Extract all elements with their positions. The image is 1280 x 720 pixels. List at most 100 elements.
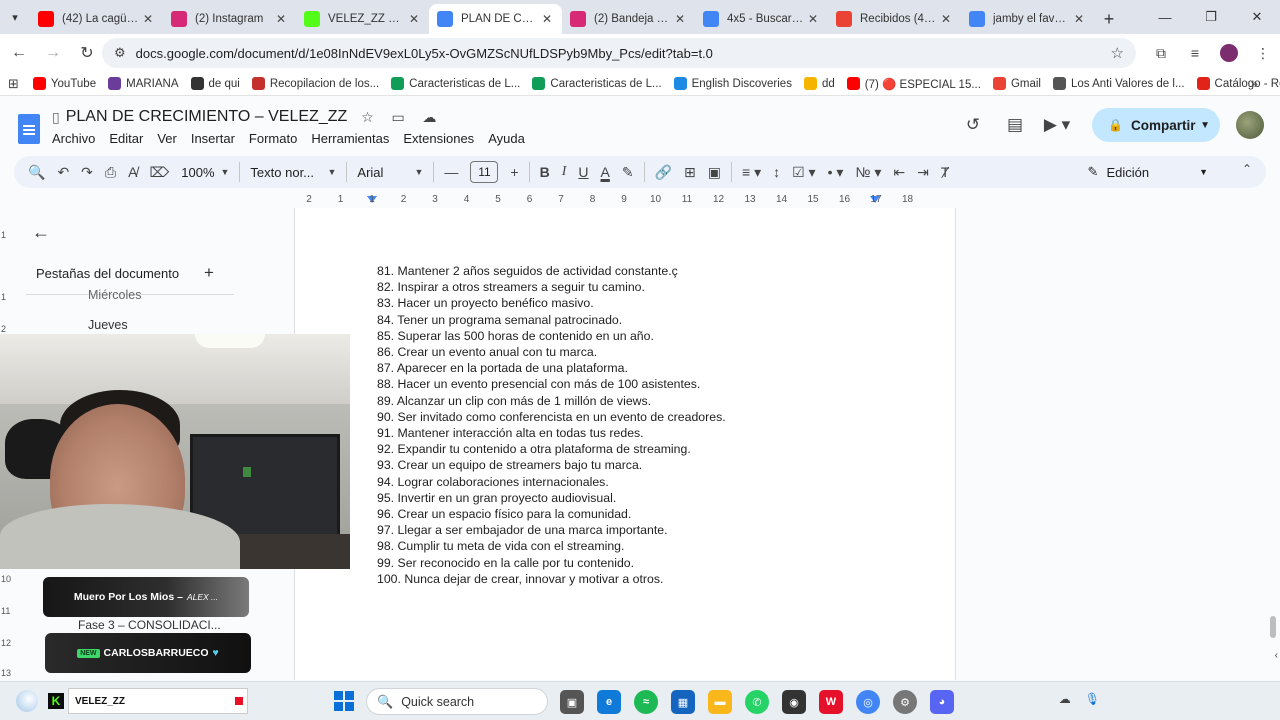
bookmark-item[interactable]: de qui	[190, 77, 240, 91]
menu-extensiones[interactable]: Extensiones	[403, 131, 474, 146]
document-title[interactable]: PLAN DE CRECIMIENTO – VELEZ_ZZ	[66, 108, 348, 126]
bookmark-star-icon[interactable]: ☆	[1111, 44, 1124, 62]
close-tab-icon[interactable]: ✕	[806, 12, 820, 26]
menu-formato[interactable]: Formato	[249, 131, 297, 146]
bookmark-item[interactable]: YouTube	[32, 77, 96, 91]
media-controls-icon[interactable]: ≡	[1178, 45, 1212, 61]
task-view-icon[interactable]: ▣	[560, 690, 584, 714]
underline-icon[interactable]: U	[572, 158, 594, 186]
apps-grid-icon[interactable]: ⊞	[8, 76, 19, 92]
kick-app-icon[interactable]: K	[48, 693, 64, 709]
bookmark-item[interactable]: dd	[803, 77, 835, 91]
zoom-select[interactable]: 100% ▼	[175, 158, 235, 186]
style-select[interactable]: Texto nor... ▼	[244, 158, 342, 186]
decrease-font-size-icon[interactable]: —	[438, 158, 464, 186]
back-icon[interactable]: ←	[4, 38, 34, 68]
browser-tab[interactable]: VELEZ_ZZ Stream✕	[296, 4, 429, 34]
forward-icon[interactable]: →	[38, 38, 68, 68]
move-folder-icon[interactable]: ▭	[391, 109, 404, 125]
side-panel-chevron-icon[interactable]: ‹	[1275, 650, 1278, 661]
bookmark-item[interactable]: Recopilacion de los...	[251, 77, 379, 91]
edge-icon[interactable]: e	[597, 690, 621, 714]
editing-mode-select[interactable]: ✎ Edición ▼	[1088, 158, 1208, 186]
undo-icon[interactable]: ↶	[51, 158, 75, 186]
history-icon[interactable]: ↺	[952, 115, 994, 135]
browser-tab[interactable]: (2) Instagram ✕	[163, 4, 296, 34]
menu-insertar[interactable]: Insertar	[191, 131, 235, 146]
close-tab-icon[interactable]: ✕	[274, 12, 288, 26]
new-tab-button[interactable]: +	[1094, 4, 1124, 34]
close-tab-icon[interactable]: ✕	[141, 12, 155, 26]
document-emoji-icon[interactable]: ▯	[52, 109, 60, 126]
list-item[interactable]: 83. Hacer un proyecto benéfico masivo.	[377, 295, 726, 311]
font-size-value[interactable]: 11	[470, 161, 499, 183]
list-item[interactable]: 98. Cumplir tu meta de vida con el strea…	[377, 538, 726, 554]
document-page[interactable]: 81. Mantener 2 años seguidos de activida…	[294, 208, 956, 680]
insert-image-icon[interactable]: ▣	[702, 158, 727, 186]
meet-icon[interactable]: ▶ ▾	[1036, 115, 1078, 135]
bold-icon[interactable]: B	[534, 158, 556, 186]
url-text[interactable]: docs.google.com/document/d/1e08InNdEV9ex…	[136, 46, 713, 61]
list-item[interactable]: 88. Hacer un evento presencial con más d…	[377, 376, 726, 392]
increase-font-size-icon[interactable]: +	[504, 158, 524, 186]
list-item[interactable]: 97. Llegar a ser embajador de una marca …	[377, 522, 726, 538]
paint-format-icon[interactable]: ⌦	[143, 158, 175, 186]
text-color-icon[interactable]: A	[595, 158, 616, 186]
horizontal-ruler[interactable]: 2 1 1 2 3 4 5 6 7 8 9 10 11 12 13 14 15 16 17 18	[294, 192, 956, 206]
address-bar[interactable]: ⚙ docs.google.com/document/d/1e08InNdEV9…	[102, 38, 1136, 68]
browser-tab[interactable]: Recibidos (475) ✕	[828, 4, 961, 34]
bookmark-item[interactable]: Caracteristicas de L...	[532, 77, 662, 91]
weather-icon[interactable]	[16, 690, 38, 712]
more-bookmarks-icon[interactable]: »	[1251, 76, 1258, 91]
font-select[interactable]: Arial ▼	[351, 158, 429, 186]
decrease-indent-icon[interactable]: ⇤	[887, 158, 911, 186]
tab-search-dropdown-icon[interactable]: ▾	[0, 0, 30, 34]
browser-menu-icon[interactable]: ⋮	[1246, 45, 1280, 62]
bookmark-item[interactable]: English Discoveries	[673, 77, 792, 91]
menu-ayuda[interactable]: Ayuda	[488, 131, 525, 146]
minimize-icon[interactable]: —	[1142, 0, 1188, 34]
list-item[interactable]: 100. Nunca dejar de crear, innovar y mot…	[377, 571, 726, 587]
browser-tab[interactable]: 4x5 - Buscar con Google✕	[695, 4, 828, 34]
search-menus-icon[interactable]: 🔍	[22, 158, 51, 186]
close-tab-icon[interactable]: ✕	[673, 12, 687, 26]
tray-network-icon[interactable]: ☁	[1059, 692, 1071, 706]
windows-start-icon[interactable]	[334, 691, 354, 711]
list-item[interactable]: 95. Invertir en un gran proyecto audiovi…	[377, 490, 726, 506]
obs-icon[interactable]: ◉	[782, 690, 806, 714]
collapse-toolbar-icon[interactable]: ⌃	[1242, 162, 1252, 176]
list-item[interactable]: 82. Inspirar a otros streamers a seguir …	[377, 279, 726, 295]
add-comment-icon[interactable]: ⊞	[678, 158, 702, 186]
list-item[interactable]: 92. Expandir tu contenido a otra platafo…	[377, 441, 726, 457]
list-item[interactable]: 94. Lograr colaboraciones internacionale…	[377, 474, 726, 490]
chrome-icon[interactable]: ◎	[856, 690, 880, 714]
browser-tab[interactable]: (42) La cagüe... ✕	[30, 4, 163, 34]
close-tab-icon[interactable]: ✕	[540, 12, 554, 26]
menu-editar[interactable]: Editar	[109, 131, 143, 146]
spotify-icon[interactable]: ≈	[634, 690, 658, 714]
comments-icon[interactable]: ▤	[994, 115, 1036, 135]
bookmark-item[interactable]: Catálogo - Roblox	[1196, 77, 1280, 91]
print-icon[interactable]: ⎙	[99, 158, 122, 186]
list-item[interactable]: 91. Mantener interacción alta en todas t…	[377, 425, 726, 441]
italic-icon[interactable]: I	[556, 158, 573, 186]
taskbar-search[interactable]: 🔍 Quick search	[366, 688, 548, 715]
maximize-icon[interactable]: ❐	[1188, 0, 1234, 34]
redo-icon[interactable]: ↷	[75, 158, 99, 186]
list-item[interactable]: 89. Alcanzar un clip con más de 1 millón…	[377, 393, 726, 409]
list-item[interactable]: 85. Superar las 500 horas de contenido e…	[377, 328, 726, 344]
tab-item-jueves[interactable]: Jueves	[88, 318, 128, 332]
account-avatar[interactable]	[1236, 111, 1264, 139]
tab-item-fase-3[interactable]: Fase 3 – CONSOLIDACI...	[78, 618, 221, 632]
list-item[interactable]: 84. Tener un programa semanal patrocinad…	[377, 312, 726, 328]
clear-formatting-icon[interactable]: Ⱦ	[935, 158, 956, 186]
list-item[interactable]: 93. Crear un equipo de streamers bajo tu…	[377, 457, 726, 473]
docs-logo-icon[interactable]	[18, 114, 40, 144]
close-tab-icon[interactable]: ✕	[407, 12, 421, 26]
list-item[interactable]: 99. Ser reconocido en la calle por tu co…	[377, 555, 726, 571]
close-window-icon[interactable]: ✕	[1234, 0, 1280, 34]
tray-mic-icon[interactable]: 🎙	[1085, 692, 1100, 706]
site-info-icon[interactable]: ⚙	[114, 45, 126, 61]
bookmark-item[interactable]: (7) 🔴 ESPECIAL 15...	[846, 77, 981, 91]
share-dropdown-icon[interactable]: ▼	[1200, 120, 1210, 131]
